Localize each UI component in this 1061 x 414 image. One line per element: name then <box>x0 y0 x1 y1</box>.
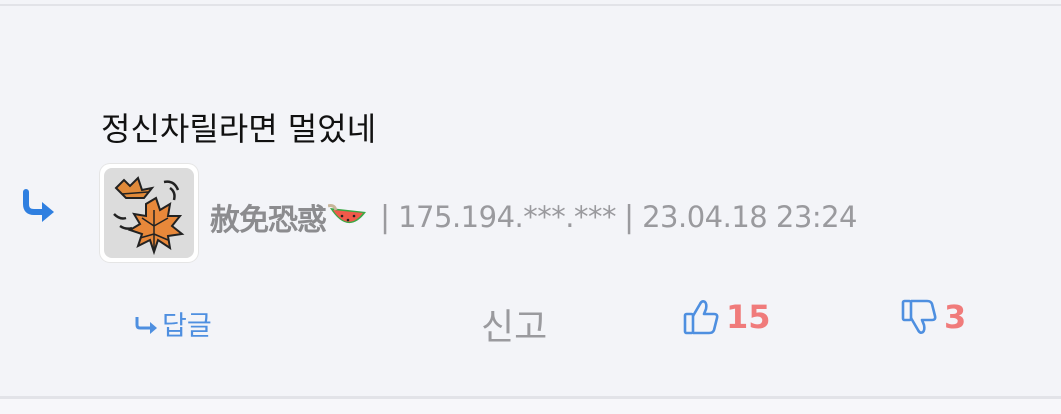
comment-text: 정신차릴라면 멀었네 <box>101 110 377 148</box>
dislike-count: 3 <box>944 298 967 336</box>
separator: | <box>380 199 391 235</box>
autumn-leaves-icon <box>113 176 185 256</box>
dislike-button[interactable]: 3 <box>900 298 966 336</box>
reply-label: 답글 <box>162 311 212 342</box>
like-button[interactable]: 15 <box>682 298 771 336</box>
timestamp: 23.04.18 23:24 <box>642 200 858 234</box>
comment-meta: 赦免恐惑 | 175.194.***.*** | 23.04.18 23:24 <box>210 195 858 239</box>
thumbs-down-icon <box>901 299 937 334</box>
thumbs-up-icon <box>683 300 719 335</box>
report-button[interactable]: 신고 <box>481 298 547 350</box>
top-divider <box>0 4 1061 6</box>
reply-button[interactable]: 답글 <box>134 304 212 343</box>
next-comment-area <box>0 399 1061 414</box>
reply-indicator-icon <box>23 189 54 222</box>
reply-arrow-icon <box>135 316 157 334</box>
watermelon-icon <box>328 204 366 224</box>
avatar[interactable] <box>100 164 198 262</box>
separator: | <box>623 199 635 235</box>
author-nickname[interactable]: 赦免恐惑 <box>210 195 327 239</box>
like-count: 15 <box>726 298 771 336</box>
comment-actions: 답글 신고 15 3 <box>0 298 1061 348</box>
ip-address: 175.194.***.*** <box>398 200 616 234</box>
